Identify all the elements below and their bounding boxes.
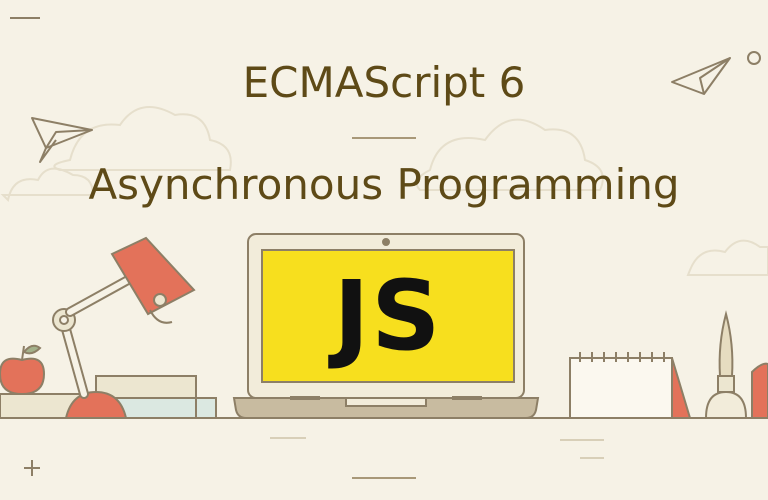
dash-decoration: [270, 437, 604, 459]
plus-icon: [24, 460, 40, 476]
title-divider: [352, 137, 416, 139]
paper-plane-icon: [31, 117, 93, 163]
banner: ECMAScript 6 Asynchronous Programming JS: [0, 0, 768, 500]
pen-holder-icon: [704, 310, 768, 419]
js-logo: JS: [333, 260, 443, 372]
calendar-icon: [569, 352, 692, 419]
page-subtitle: Asynchronous Programming: [88, 160, 680, 209]
page-title: ECMAScript 6: [242, 58, 526, 107]
